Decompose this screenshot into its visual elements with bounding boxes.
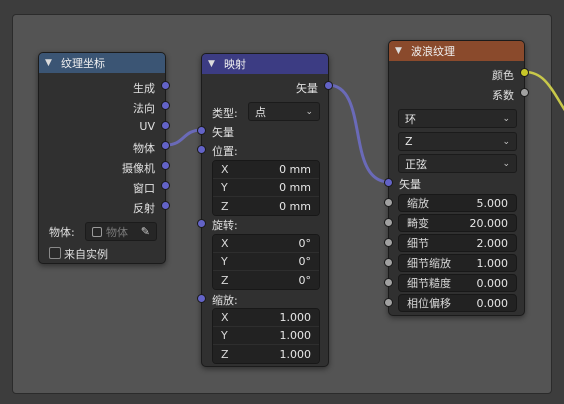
rotation-label: 旋转:: [212, 219, 238, 232]
color-output-label: 颜色: [492, 69, 514, 82]
wave-type-dropdown[interactable]: 环 ⌄: [398, 109, 517, 128]
chevron-down-icon[interactable]: ▼: [45, 58, 57, 68]
texture-coordinate-node[interactable]: ▼ 纹理坐标 生成 法向 UV 物体 摄像机 窗口 反射 物体: 物体 ✎ 来自…: [38, 52, 166, 264]
mapping-rotation-input-socket[interactable]: [197, 219, 206, 228]
from-instancer-label: 来自实例: [64, 248, 108, 261]
object-field-label: 物体:: [49, 226, 75, 239]
eyedropper-icon[interactable]: ✎: [141, 225, 150, 238]
scale-y-field[interactable]: Y 1.000: [213, 327, 319, 345]
profile-dropdown[interactable]: 正弦 ⌄: [398, 154, 517, 173]
chevron-down-icon: ⌄: [502, 158, 510, 169]
wave-type-value: 环: [405, 112, 416, 126]
wave-color-output-socket[interactable]: [520, 68, 529, 77]
wave-detail-roughness-input-socket[interactable]: [384, 278, 393, 287]
camera-output-socket[interactable]: [161, 161, 170, 170]
wave-factor-output-socket[interactable]: [520, 88, 529, 97]
vector-input-label: 矢量: [399, 178, 421, 191]
from-instancer-checkbox[interactable]: [49, 247, 61, 259]
wave-scale-input-socket[interactable]: [384, 198, 393, 207]
wave-detail-scale-input-socket[interactable]: [384, 258, 393, 267]
wave-distortion-input-socket[interactable]: [384, 218, 393, 227]
location-fields: X0 mm Y0 mm Z0 mm: [212, 160, 320, 216]
node-header[interactable]: ▼ 纹理坐标: [39, 53, 165, 73]
output-window-label: 窗口: [133, 182, 155, 195]
type-label: 类型:: [212, 107, 238, 120]
wave-texture-node[interactable]: ▼ 波浪纹理 颜色 系数 环 ⌄ Z ⌄ 正弦 ⌄ 矢量 缩放 5.000 畸变 2…: [388, 40, 525, 316]
mapping-scale-input-socket[interactable]: [197, 294, 206, 303]
rotation-y-field[interactable]: Y 0°: [213, 253, 319, 271]
scale-x-field[interactable]: X 1.000: [213, 309, 319, 327]
object-picker[interactable]: 物体 ✎: [85, 222, 157, 241]
rotation-x-field[interactable]: X 0°: [213, 235, 319, 253]
type-value: 点: [255, 105, 266, 119]
object-output-socket[interactable]: [161, 141, 170, 150]
chevron-down-icon[interactable]: ▼: [395, 46, 407, 56]
scale-field[interactable]: 缩放 5.000: [398, 194, 517, 212]
location-z-field[interactable]: Z0 mm: [213, 197, 319, 215]
object-cube-icon: [92, 226, 102, 237]
node-header[interactable]: ▼ 映射: [202, 54, 328, 74]
object-placeholder: 物体: [106, 225, 128, 239]
node-title: 纹理坐标: [61, 57, 105, 70]
chevron-down-icon: ⌄: [305, 106, 313, 117]
output-generated-label: 生成: [133, 82, 155, 95]
vector-output-label: 矢量: [296, 82, 318, 95]
uv-output-socket[interactable]: [161, 121, 170, 130]
window-output-socket[interactable]: [161, 181, 170, 190]
mapping-vector-input-socket[interactable]: [197, 126, 206, 135]
type-dropdown[interactable]: 点 ⌄: [248, 102, 320, 121]
output-camera-label: 摄像机: [122, 162, 155, 175]
mapping-vector-output-socket[interactable]: [324, 81, 333, 90]
node-header[interactable]: ▼ 波浪纹理: [389, 41, 524, 61]
output-uv-label: UV: [139, 120, 155, 133]
distortion-field[interactable]: 畸变 20.000: [398, 214, 517, 232]
node-title: 映射: [224, 58, 246, 71]
profile-value: 正弦: [405, 157, 427, 171]
wave-detail-input-socket[interactable]: [384, 238, 393, 247]
phase-offset-field[interactable]: 相位偏移 0.000: [398, 294, 517, 312]
chevron-down-icon: ⌄: [502, 136, 510, 147]
generated-output-socket[interactable]: [161, 81, 170, 90]
location-y-field[interactable]: Y0 mm: [213, 179, 319, 197]
rotation-z-field[interactable]: Z 0°: [213, 271, 319, 289]
node-title: 波浪纹理: [411, 45, 455, 58]
wave-phase-offset-input-socket[interactable]: [384, 298, 393, 307]
reflection-output-socket[interactable]: [161, 201, 170, 210]
location-x-field[interactable]: X0 mm: [213, 161, 319, 179]
scale-z-field[interactable]: Z 1.000: [213, 345, 319, 363]
factor-output-label: 系数: [492, 89, 514, 102]
scale-label: 缩放:: [212, 294, 238, 307]
mapping-location-input-socket[interactable]: [197, 145, 206, 154]
detail-field[interactable]: 细节 2.000: [398, 234, 517, 252]
direction-dropdown[interactable]: Z ⌄: [398, 132, 517, 151]
detail-scale-field[interactable]: 细节缩放 1.000: [398, 254, 517, 272]
mapping-node[interactable]: ▼ 映射 矢量 类型: 点 ⌄ 矢量 位置: X0 mm Y0 mm Z0 mm…: [201, 53, 329, 367]
output-reflection-label: 反射: [133, 202, 155, 215]
output-normal-label: 法向: [133, 102, 155, 115]
wave-vector-input-socket[interactable]: [384, 178, 393, 187]
normal-output-socket[interactable]: [161, 101, 170, 110]
direction-value: Z: [405, 135, 413, 148]
chevron-down-icon[interactable]: ▼: [208, 59, 220, 69]
rotation-fields: X 0° Y 0° Z 0°: [212, 234, 320, 290]
vector-input-label: 矢量: [212, 126, 234, 139]
detail-roughness-field[interactable]: 细节糙度 0.000: [398, 274, 517, 292]
scale-fields: X 1.000 Y 1.000 Z 1.000: [212, 308, 320, 364]
chevron-down-icon: ⌄: [502, 113, 510, 124]
output-object-label: 物体: [133, 142, 155, 155]
location-label: 位置:: [212, 145, 238, 158]
